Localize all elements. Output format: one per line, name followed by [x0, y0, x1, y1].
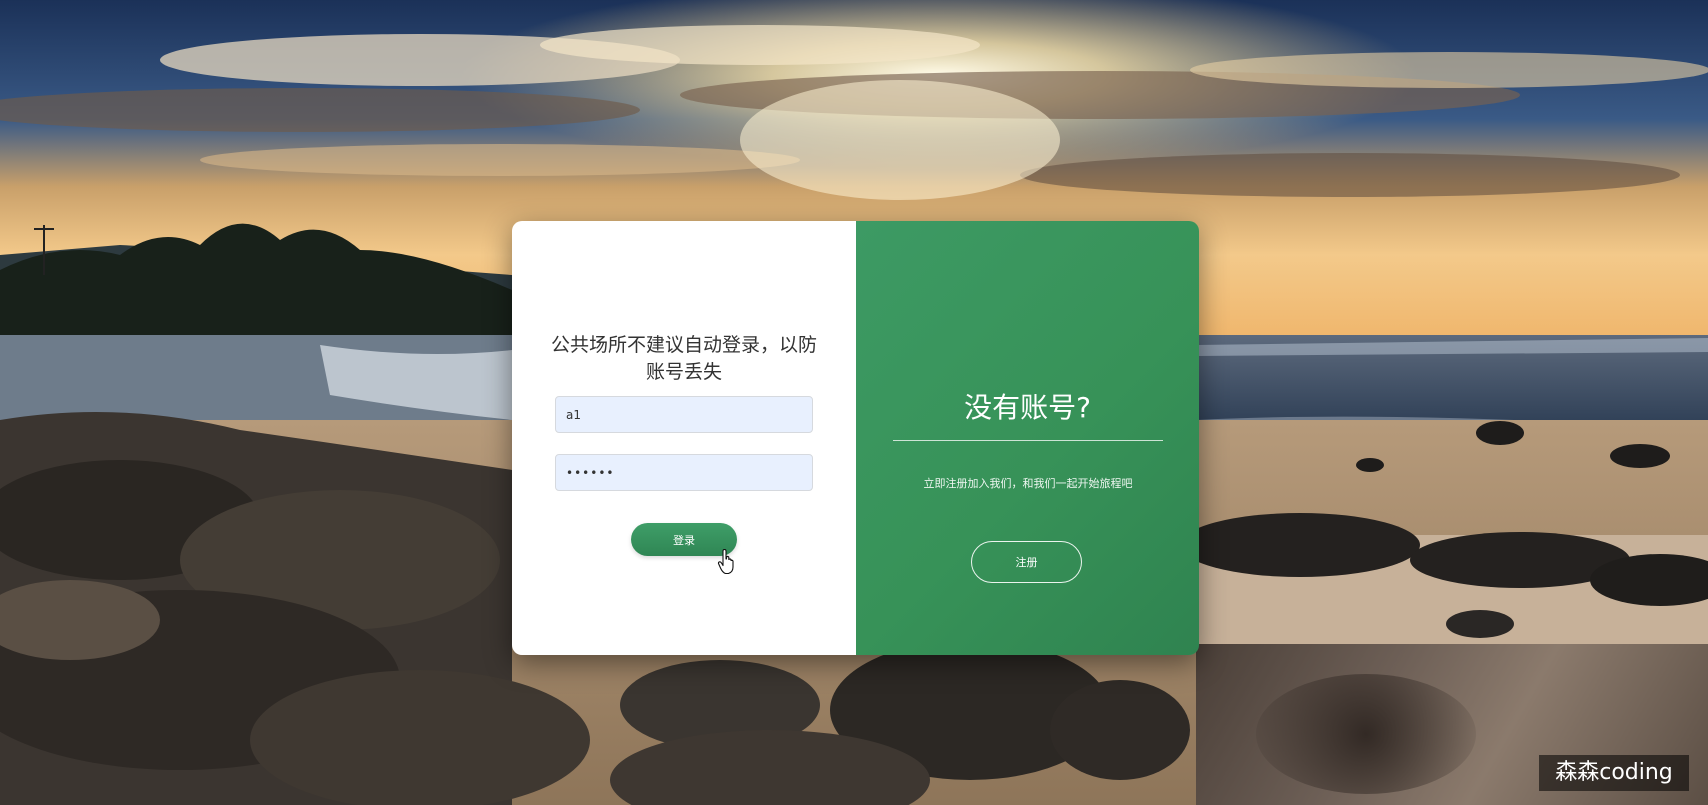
login-panel: 公共场所不建议自动登录，以防账号丢失 登录: [512, 221, 856, 655]
register-description: 立即注册加入我们，和我们一起开始旅程吧: [923, 477, 1133, 490]
register-title: 没有账号?: [964, 391, 1091, 424]
watermark: 森森coding: [1539, 755, 1689, 791]
password-input[interactable]: [555, 454, 813, 491]
divider-line: [893, 440, 1163, 441]
username-input[interactable]: [555, 396, 813, 433]
login-notice: 公共场所不建议自动登录，以防账号丢失: [550, 334, 817, 383]
hand-pointer-icon: [717, 549, 734, 575]
register-button[interactable]: 注册: [971, 541, 1082, 583]
register-panel: 没有账号? 立即注册加入我们，和我们一起开始旅程吧 注册: [856, 221, 1199, 655]
auth-card: 公共场所不建议自动登录，以防账号丢失 登录 没有账号? 立即注册加入我们，和我们…: [512, 221, 1199, 655]
